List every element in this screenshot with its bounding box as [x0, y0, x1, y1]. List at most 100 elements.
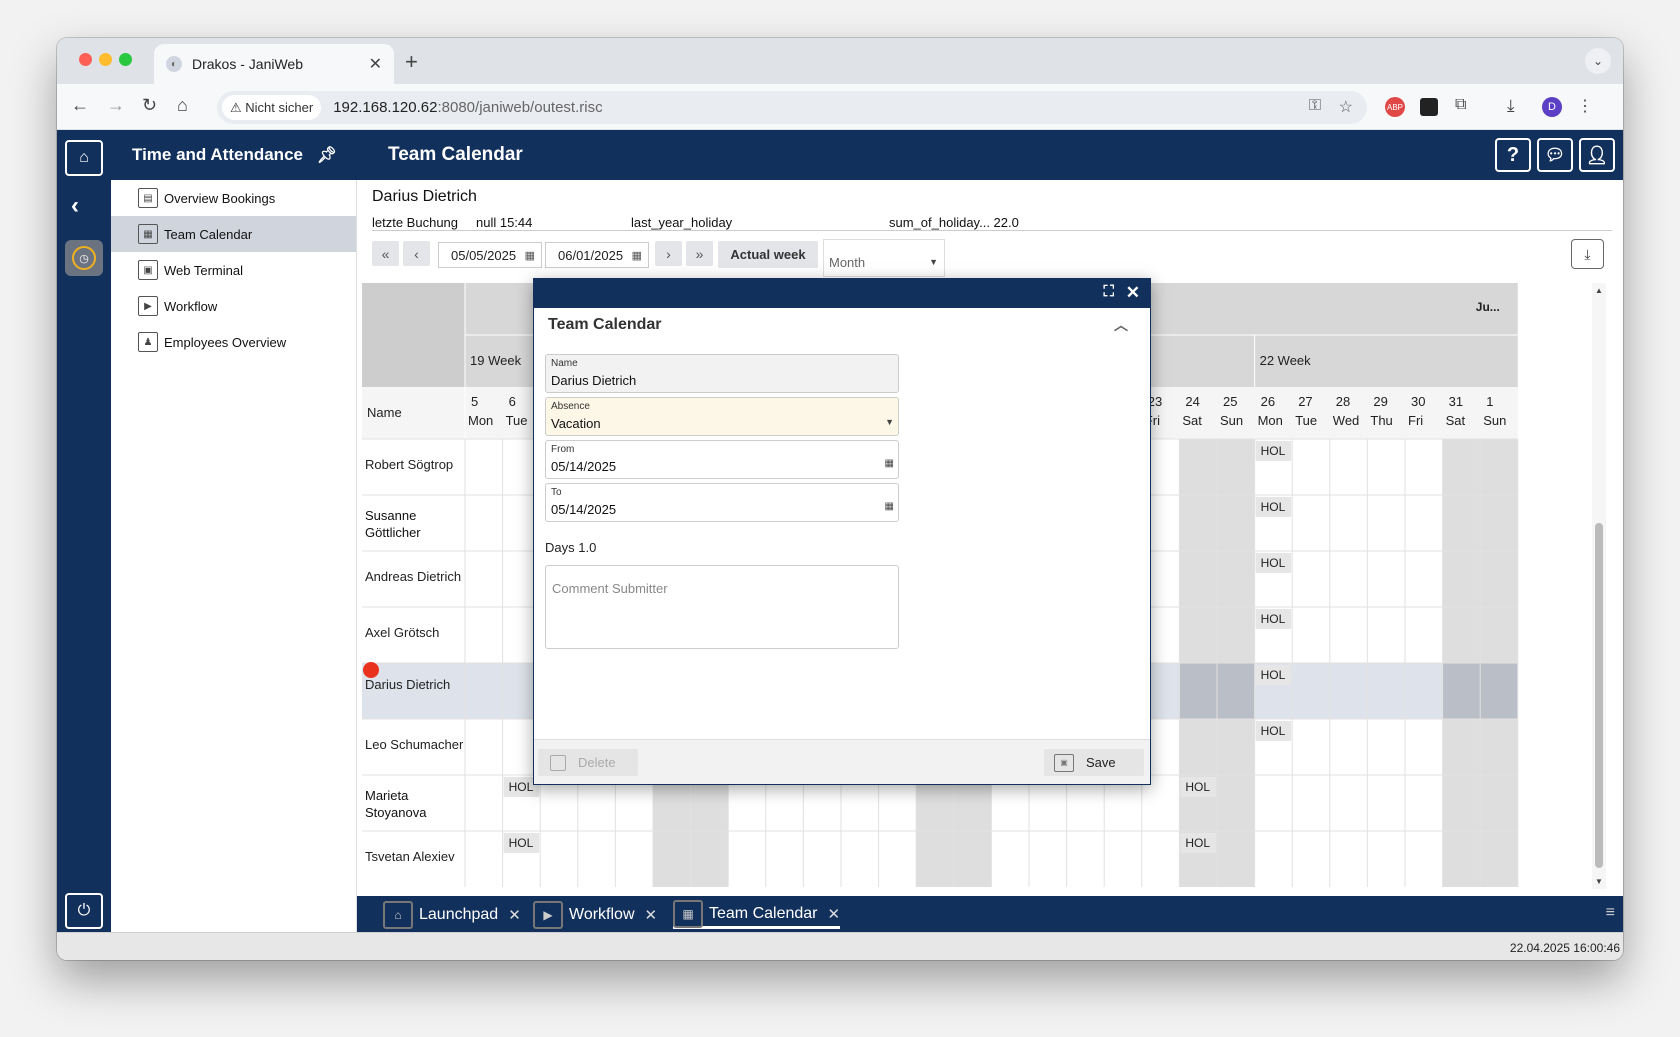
sidebar-title: Time and Attendance — [132, 145, 303, 164]
employee-row-name: Axel Grötsch — [365, 625, 439, 640]
comment-textarea[interactable]: Comment Submitter — [545, 565, 899, 649]
scroll-up-icon[interactable]: ▲ — [1595, 286, 1603, 295]
minimize-window-button[interactable] — [99, 53, 112, 66]
browser-menu-icon[interactable]: ⋮ — [1577, 96, 1593, 116]
absence-field-label: Absence — [551, 401, 590, 412]
password-key-icon[interactable]: ⚿ — [1309, 97, 1321, 115]
close-tab-icon[interactable]: ✕ — [508, 906, 521, 924]
sidebar-item-web-terminal[interactable]: ▣ Web Terminal — [111, 252, 356, 288]
sidebar-header: Time and Attendance 📌︎ — [111, 130, 357, 180]
holiday-label: HOL — [1261, 668, 1286, 682]
scroll-down-icon[interactable]: ▼ — [1595, 877, 1603, 886]
close-tab-icon[interactable]: ✕ — [828, 905, 841, 923]
close-window-button[interactable] — [79, 53, 92, 66]
last-booking-label: letzte Buchung — [372, 215, 459, 230]
time-attendance-app-icon[interactable]: ◷ — [65, 240, 103, 276]
name-header-bg — [362, 283, 465, 387]
close-dialog-icon[interactable]: ✕ — [1126, 283, 1140, 303]
launchpad-home-icon[interactable]: ⌂ — [65, 140, 103, 176]
new-tab-icon[interactable]: + — [405, 49, 418, 75]
power-icon[interactable]: ⏻ — [65, 893, 103, 929]
calendar-picker-icon[interactable]: ▦ — [632, 249, 642, 262]
back-icon[interactable]: ← — [71, 95, 89, 116]
address-bar: ← → ↻ ⌂ ⚠ Nicht sicher 192.168.120.62:80… — [57, 84, 1623, 130]
bookings-icon: ▤ — [138, 188, 158, 208]
comment-placeholder: Comment Submitter — [552, 581, 668, 596]
holiday-label: HOL — [1261, 556, 1286, 570]
save-button[interactable]: ▣ Save — [1044, 749, 1144, 776]
close-tab-icon[interactable]: ✕ — [369, 54, 382, 74]
browser-tab[interactable]: ◐ Drakos - JaniWeb ✕ — [154, 44, 394, 84]
collapse-chevron-icon[interactable]: ︿ — [1114, 315, 1128, 335]
security-label: Nicht sicher — [245, 100, 314, 115]
name-field: Name Darius Dietrich — [545, 354, 899, 393]
name-field-value: Darius Dietrich — [551, 373, 637, 388]
from-date-field[interactable]: 05/05/2025 ▦ — [438, 242, 542, 268]
maximize-icon[interactable]: ⛶ — [1103, 283, 1114, 300]
absence-select[interactable]: Absence Vacation ▼ — [545, 397, 899, 436]
zoom-window-button[interactable] — [119, 53, 132, 66]
week-label: 19 Week — [470, 353, 522, 368]
to-field[interactable]: To 05/14/2025 ▦ — [545, 483, 899, 522]
to-date-field[interactable]: 06/01/2025 ▦ — [545, 242, 649, 268]
help-icon[interactable]: ? — [1495, 138, 1531, 172]
bottom-tab-workflow[interactable]: ▶ Workflow ✕ — [533, 901, 657, 929]
browser-tab-title: Drakos - JaniWeb — [192, 56, 304, 72]
dialog-section-header[interactable]: Team Calendar ︿ — [534, 308, 1150, 342]
absence-field-value: Vacation — [551, 416, 601, 431]
tab-search-icon[interactable]: ⌄ — [1585, 48, 1611, 74]
employees-icon: ♟ — [138, 332, 158, 352]
calendar-picker-icon[interactable]: ▦ — [525, 249, 535, 262]
puzzle-extensions-icon[interactable]: ⧉ — [1455, 96, 1466, 114]
previous-period-icon[interactable]: ‹ — [403, 241, 430, 266]
employee-row-name: Göttlicher — [365, 525, 421, 540]
sidebar-item-employees-overview[interactable]: ♟ Employees Overview — [111, 324, 356, 360]
day-weekday: Wed — [1333, 413, 1360, 428]
url-field[interactable]: ⚠ Nicht sicher 192.168.120.62:8080/janiw… — [217, 91, 1367, 124]
profile-avatar[interactable]: D — [1542, 97, 1562, 117]
extension-icon[interactable] — [1420, 98, 1438, 116]
holiday-label: HOL — [509, 780, 534, 794]
chat-icon[interactable]: 💬︎ — [1537, 138, 1573, 172]
bottom-tab-launchpad[interactable]: ⌂ Launchpad ✕ — [383, 901, 521, 929]
scrollbar-thumb[interactable] — [1595, 523, 1603, 868]
export-icon[interactable]: ⤓ — [1571, 239, 1604, 269]
day-number: 6 — [509, 394, 516, 409]
from-field[interactable]: From 05/14/2025 ▦ — [545, 440, 899, 479]
calendar-scrollbar[interactable]: ▲ ▼ — [1592, 283, 1606, 889]
day-number: 25 — [1223, 394, 1237, 409]
adblock-icon[interactable]: ABP — [1385, 97, 1405, 117]
dropdown-arrow-icon: ▼ — [929, 257, 938, 267]
reload-icon[interactable]: ↻ — [142, 95, 157, 116]
downloads-icon[interactable]: ⤓ — [1507, 96, 1515, 116]
pin-icon[interactable]: 📌︎ — [317, 145, 337, 165]
holiday-label: HOL — [1261, 724, 1286, 738]
url-path: :8080/janiweb/outest.risc — [437, 99, 603, 116]
close-tab-icon[interactable]: ✕ — [645, 906, 658, 924]
actual-week-button[interactable]: Actual week — [718, 241, 818, 268]
first-period-icon[interactable]: « — [372, 241, 399, 266]
sidebar-item-workflow[interactable]: ▶ Workflow — [111, 288, 356, 324]
last-period-icon[interactable]: » — [686, 241, 713, 266]
day-weekday: Sun — [1483, 413, 1506, 428]
employee-row-name: Tsvetan Alexiev — [365, 849, 455, 864]
calendar-picker-icon[interactable]: ▦ — [885, 501, 894, 512]
day-number: 26 — [1261, 394, 1275, 409]
calendar-picker-icon[interactable]: ▦ — [885, 458, 894, 469]
tab-menu-icon[interactable]: ≡ — [1606, 904, 1615, 922]
user-profile-icon[interactable]: 👤︎ — [1579, 138, 1615, 172]
sidebar-item-overview-bookings[interactable]: ▤ Overview Bookings — [111, 180, 356, 216]
sidebar-item-team-calendar[interactable]: ▦ Team Calendar — [111, 216, 356, 252]
forward-icon[interactable]: → — [107, 95, 125, 116]
security-chip[interactable]: ⚠ Nicht sicher — [222, 95, 322, 120]
next-period-icon[interactable]: › — [655, 241, 682, 266]
period-select[interactable]: Month ▼ — [823, 239, 945, 277]
bottom-tab-team-calendar[interactable]: ▦ Team Calendar ✕ — [673, 899, 841, 929]
day-number: 27 — [1298, 394, 1312, 409]
site-favicon-icon: ◐ — [166, 56, 182, 72]
holiday-label: HOL — [1261, 612, 1286, 626]
home-icon[interactable]: ⌂ — [177, 95, 188, 116]
bookmark-star-icon[interactable]: ☆ — [1339, 97, 1353, 117]
collapse-sidebar-icon[interactable]: ‹ — [71, 192, 79, 220]
delete-button[interactable]: Delete — [538, 749, 638, 776]
